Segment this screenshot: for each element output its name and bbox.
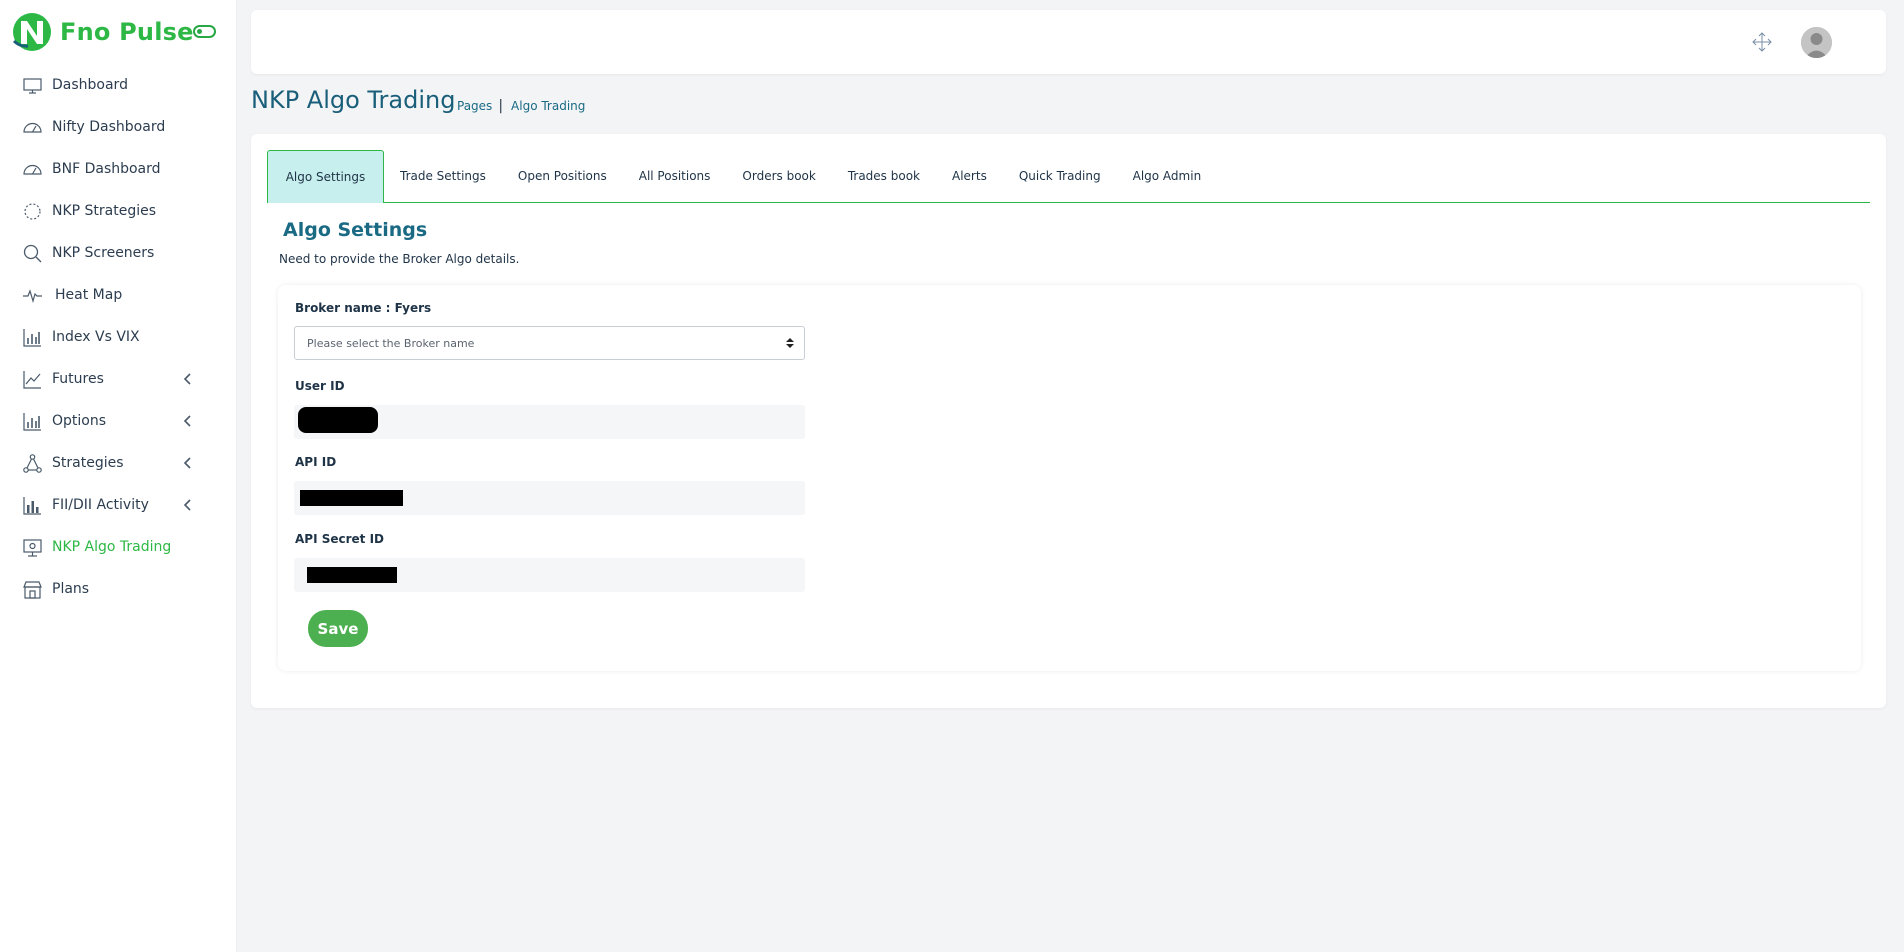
sidebar-item-index-vs-vix[interactable]: Index Vs VIX [0, 316, 236, 358]
breadcrumb: Pages | Algo Trading [457, 98, 585, 114]
search-icon [22, 243, 43, 264]
sidebar-item-nkp-screeners[interactable]: NKP Screeners [0, 232, 236, 274]
breadcrumb-separator: | [498, 98, 504, 114]
broker-select-placeholder: Please select the Broker name [307, 336, 475, 350]
sidebar-item-label: Nifty Dashboard [52, 119, 166, 135]
theme-toggle[interactable] [193, 25, 216, 38]
spinner-icon [22, 201, 43, 222]
topbar [251, 10, 1886, 74]
sidebar-item-heat-map[interactable]: Heat Map [0, 274, 236, 316]
brand-name: Fno Pulse [60, 18, 194, 46]
sidebar-item-futures[interactable]: Futures [0, 358, 236, 400]
gauge-icon [22, 117, 43, 138]
api-secret-id-label: API Secret ID [295, 532, 385, 546]
sidebar-item-bnf-dashboard[interactable]: BNF Dashboard [0, 148, 236, 190]
user-id-input[interactable] [294, 405, 805, 439]
tab-bar: Algo Settings Trade Settings Open Positi… [267, 150, 1870, 203]
brand-logo-icon [12, 13, 51, 51]
broker-settings-form: Broker name : Fyers Please select the Br… [278, 285, 1861, 671]
sidebar-item-label: NKP Strategies [52, 203, 157, 219]
bar-chart-icon [22, 411, 43, 432]
expand-arrows-icon[interactable] [1752, 32, 1772, 52]
pulse-icon [22, 285, 43, 306]
chevron-left-icon [183, 499, 191, 511]
tab-quick-trading[interactable]: Quick Trading [1003, 150, 1117, 202]
brand[interactable]: Fno Pulse [10, 11, 194, 53]
sidebar-item-nkp-algo-trading[interactable]: NKP Algo Trading [0, 526, 236, 568]
user-avatar-icon [1801, 27, 1832, 58]
redacted-value [298, 407, 378, 433]
tab-alerts[interactable]: Alerts [936, 150, 1003, 202]
monitor-icon [22, 75, 43, 96]
sidebar-item-fii-dii-activity[interactable]: FII/DII Activity [0, 484, 236, 526]
network-icon [22, 453, 43, 474]
sidebar-item-nifty-dashboard[interactable]: Nifty Dashboard [0, 106, 236, 148]
sidebar-item-label: BNF Dashboard [52, 161, 161, 177]
tab-trades-book[interactable]: Trades book [832, 150, 936, 202]
chevron-left-icon [183, 457, 191, 469]
broker-select[interactable]: Please select the Broker name [294, 326, 805, 360]
sidebar-item-label: Options [52, 413, 107, 429]
sidebar-nav: Dashboard Nifty Dashboard BNF Dashboard … [0, 64, 236, 610]
api-id-input[interactable] [294, 481, 805, 515]
sidebar-item-strategies[interactable]: Strategies [0, 442, 236, 484]
store-icon [22, 579, 43, 600]
tab-open-positions[interactable]: Open Positions [502, 150, 623, 202]
section-title: Algo Settings [283, 219, 428, 241]
broker-name-label: Broker name : Fyers [295, 301, 432, 315]
api-id-label: API ID [295, 455, 337, 469]
tab-algo-settings[interactable]: Algo Settings [267, 150, 384, 203]
tab-all-positions[interactable]: All Positions [623, 150, 727, 202]
presentation-icon [22, 537, 43, 558]
sidebar-item-label: Index Vs VIX [52, 329, 140, 345]
gauge-icon [22, 159, 43, 180]
sidebar-item-label: Strategies [52, 455, 124, 471]
sidebar-item-label: NKP Algo Trading [52, 539, 172, 555]
tab-algo-admin[interactable]: Algo Admin [1117, 150, 1218, 202]
breadcrumb-current: Algo Trading [511, 99, 586, 113]
tab-trade-settings[interactable]: Trade Settings [384, 150, 502, 202]
sidebar-item-options[interactable]: Options [0, 400, 236, 442]
column-chart-icon [22, 495, 43, 516]
sort-caret-icon [786, 338, 794, 348]
sidebar-item-dashboard[interactable]: Dashboard [0, 64, 236, 106]
sidebar-item-label: FII/DII Activity [52, 497, 149, 513]
sidebar-item-plans[interactable]: Plans [0, 568, 236, 610]
chevron-left-icon [183, 373, 191, 385]
sidebar-item-label: NKP Screeners [52, 245, 155, 261]
toggle-knob [197, 29, 202, 34]
breadcrumb-pages-link[interactable]: Pages [457, 99, 492, 113]
save-button[interactable]: Save [308, 610, 368, 647]
section-subtitle: Need to provide the Broker Algo details. [279, 252, 520, 266]
tab-orders-book[interactable]: Orders book [726, 150, 831, 202]
sidebar-item-label: Dashboard [52, 77, 128, 93]
user-avatar[interactable] [1801, 27, 1832, 58]
redacted-value [307, 567, 397, 583]
line-chart-icon [22, 369, 43, 390]
sidebar-item-label: Heat Map [55, 287, 123, 303]
page-title: NKP Algo Trading [251, 86, 456, 114]
sidebar: Fno Pulse Dashboard Nifty Dashboard BNF … [0, 0, 237, 952]
sidebar-item-label: Plans [52, 581, 90, 597]
sidebar-item-nkp-strategies[interactable]: NKP Strategies [0, 190, 236, 232]
main-card: Algo Settings Trade Settings Open Positi… [251, 134, 1886, 708]
redacted-value [300, 490, 403, 506]
chevron-left-icon [183, 415, 191, 427]
user-id-label: User ID [295, 379, 345, 393]
bar-chart-icon [22, 327, 43, 348]
api-secret-id-input[interactable] [294, 558, 805, 592]
sidebar-item-label: Futures [52, 371, 104, 387]
